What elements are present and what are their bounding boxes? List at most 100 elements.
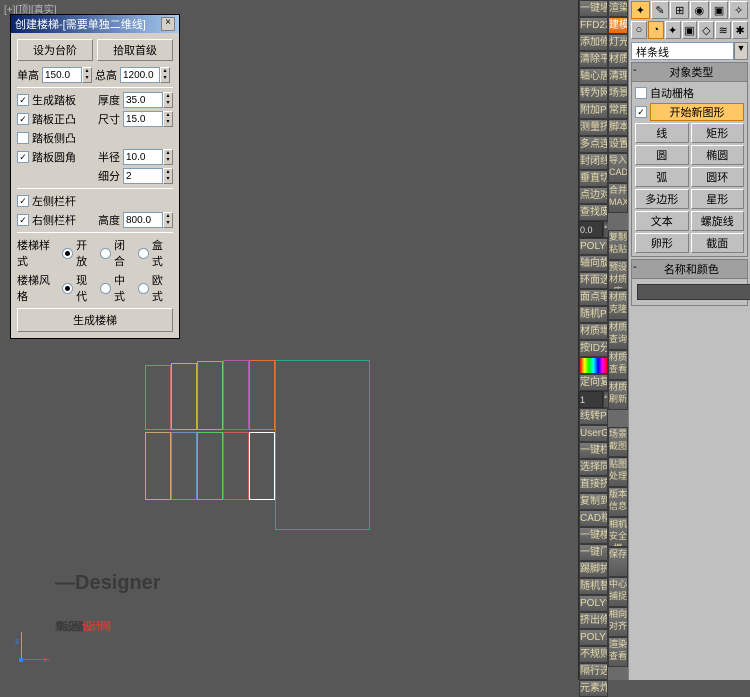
tool-button[interactable]: 线转POLY bbox=[579, 408, 608, 425]
tool-button[interactable]: 相向对齐 bbox=[608, 607, 628, 637]
tool-button[interactable]: 一键楼梯 bbox=[579, 527, 608, 544]
tool-button[interactable]: 转为网格 bbox=[579, 85, 608, 102]
tool-button[interactable]: 材质克隆 bbox=[608, 290, 628, 320]
shape-rect[interactable] bbox=[223, 432, 249, 500]
radius-spinner[interactable]: ▴▾ bbox=[123, 149, 173, 165]
tool-button[interactable]: 元素炸开 bbox=[579, 680, 608, 697]
tool-button[interactable]: 渲染查看 bbox=[608, 637, 628, 667]
shape-button[interactable]: 多边形 bbox=[635, 189, 689, 209]
tool-button[interactable]: 清理 bbox=[608, 68, 628, 85]
tool-button[interactable]: 直接挤出 bbox=[579, 476, 608, 493]
shape-button[interactable]: 螺旋线 bbox=[691, 211, 745, 231]
tool-button[interactable]: 点边对齐 bbox=[579, 187, 608, 204]
tool-button[interactable]: 挤出修复 bbox=[579, 612, 608, 629]
tool-button[interactable]: 测量挤出 bbox=[579, 119, 608, 136]
tool-button[interactable]: 相机安全框 bbox=[608, 517, 628, 547]
tool-button[interactable]: 材质 bbox=[608, 51, 628, 68]
tool-button[interactable]: 查找废点 bbox=[579, 204, 608, 221]
tool-button[interactable]: 预设材质库 bbox=[608, 260, 628, 290]
mode-modern-radio[interactable] bbox=[62, 283, 73, 294]
tool-button[interactable]: 贴图处理 bbox=[608, 457, 628, 487]
lights-icon[interactable]: ✦ bbox=[665, 21, 681, 39]
concave-checkbox[interactable] bbox=[17, 132, 29, 144]
size-spinner[interactable]: ▴▾ bbox=[123, 111, 173, 127]
shapes-icon[interactable]: ◔ bbox=[648, 21, 664, 39]
tool-button[interactable]: 设置 bbox=[608, 136, 628, 153]
tool-button[interactable]: POLY工具 bbox=[579, 629, 608, 646]
tool-button[interactable]: POLY切片 bbox=[579, 595, 608, 612]
shape-rect[interactable] bbox=[145, 432, 171, 500]
axis-gizmo[interactable]: zx bbox=[15, 630, 51, 666]
shape-button[interactable]: 线 bbox=[635, 123, 689, 143]
pick-first-button[interactable]: 拾取首级 bbox=[97, 39, 173, 61]
numeric-field[interactable]: ▴▾P bbox=[579, 221, 608, 238]
geometry-icon[interactable]: ○ bbox=[631, 21, 647, 39]
tool-button[interactable]: 保存 bbox=[608, 547, 628, 577]
startshape-checkbox[interactable]: ✓ bbox=[635, 106, 647, 118]
convex-checkbox[interactable]: ✓ bbox=[17, 113, 29, 125]
tool-button[interactable]: 材质查询 bbox=[608, 320, 628, 350]
tool-button[interactable]: 版本信息 bbox=[608, 487, 628, 517]
shape-button[interactable]: 弧 bbox=[635, 167, 689, 187]
cameras-icon[interactable]: ▣ bbox=[682, 21, 698, 39]
modify-tab-icon[interactable]: ✎ bbox=[651, 1, 670, 19]
right-rail-checkbox[interactable]: ✓ bbox=[17, 214, 29, 226]
close-icon[interactable]: × bbox=[161, 17, 175, 31]
shape-button[interactable]: 矩形 bbox=[691, 123, 745, 143]
tool-button[interactable]: 材质塌陷 bbox=[579, 323, 608, 340]
style-open-radio[interactable] bbox=[62, 248, 73, 259]
tool-button[interactable]: CAD楼梯 bbox=[579, 510, 608, 527]
tool-button[interactable]: 常用 bbox=[608, 102, 628, 119]
shape-rect[interactable] bbox=[171, 432, 197, 500]
tool-button[interactable]: 环面选择 bbox=[579, 272, 608, 289]
viewport[interactable]: [+][顶][真实] ↖ —Designer 集设屋设计网 zx 创建楼梯-[需… bbox=[0, 0, 578, 680]
shape-rect[interactable] bbox=[223, 360, 249, 430]
tool-button[interactable]: 踢脚护墙 bbox=[579, 561, 608, 578]
tool-button[interactable]: 轴向旋转 bbox=[579, 255, 608, 272]
tool-button[interactable]: 一键墙体 bbox=[579, 0, 608, 17]
object-type-rollout[interactable]: -对象类型 bbox=[631, 62, 748, 82]
tool-button[interactable]: 一键栏杆 bbox=[579, 442, 608, 459]
shape-button[interactable]: 文本 bbox=[635, 211, 689, 231]
name-color-rollout[interactable]: -名称和颜色 bbox=[631, 259, 748, 279]
tool-button[interactable]: 定向复制 bbox=[579, 374, 608, 391]
tool-button[interactable]: 灯光 bbox=[608, 34, 628, 51]
shape-button[interactable]: 椭圆 bbox=[691, 145, 745, 165]
thickness-spinner[interactable]: ▴▾ bbox=[123, 92, 173, 108]
tool-button[interactable]: 脚本 bbox=[608, 119, 628, 136]
tool-button[interactable]: 随机替换 bbox=[579, 578, 608, 595]
tool-button[interactable]: 随机POLY bbox=[579, 306, 608, 323]
shape-rect[interactable] bbox=[197, 361, 223, 430]
tool-button[interactable]: 添加修改 bbox=[579, 34, 608, 51]
tool-button[interactable]: 复制到点 bbox=[579, 493, 608, 510]
single-height-spinner[interactable]: ▴▾ bbox=[42, 67, 92, 83]
utilities-tab-icon[interactable]: ✧ bbox=[729, 1, 748, 19]
tool-button[interactable]: 面点笔刷 bbox=[579, 289, 608, 306]
tool-button[interactable]: 场景截图 bbox=[608, 427, 628, 457]
color-bar[interactable] bbox=[579, 357, 608, 374]
shape-button[interactable]: 圆环 bbox=[691, 167, 745, 187]
systems-icon[interactable]: ✱ bbox=[732, 21, 748, 39]
tool-button[interactable]: 垂直切边 bbox=[579, 170, 608, 187]
autogrid-checkbox[interactable] bbox=[635, 87, 647, 99]
rail-height-spinner[interactable]: ▴▾ bbox=[123, 212, 173, 228]
tool-button[interactable]: 附加POLY* bbox=[579, 102, 608, 119]
tool-button[interactable]: FFD2X2* bbox=[579, 17, 608, 34]
set-step-button[interactable]: 设为台阶 bbox=[17, 39, 93, 61]
object-name-input[interactable] bbox=[637, 284, 750, 300]
tool-button[interactable]: 中心捕捉 bbox=[608, 577, 628, 607]
start-new-shape-button[interactable]: 开始新图形 bbox=[650, 103, 744, 121]
numeric-field[interactable]: ▴▾ bbox=[579, 391, 608, 408]
mode-euro-radio[interactable] bbox=[138, 283, 149, 294]
shape-rect[interactable] bbox=[171, 363, 197, 430]
generate-stair-button[interactable]: 生成楼梯 bbox=[17, 308, 173, 332]
seg-spinner[interactable]: ▴▾ bbox=[123, 168, 173, 184]
round-checkbox[interactable]: ✓ bbox=[17, 151, 29, 163]
left-rail-checkbox[interactable]: ✓ bbox=[17, 195, 29, 207]
tool-button[interactable]: 复制粘贴 bbox=[608, 230, 628, 260]
tool-button[interactable]: 合并MAX bbox=[608, 183, 628, 213]
tool-button[interactable]: 清除平滑 bbox=[579, 51, 608, 68]
total-height-spinner[interactable]: ▴▾ bbox=[120, 67, 170, 83]
shape-rect[interactable] bbox=[145, 365, 171, 430]
tool-button[interactable]: 隔行选择 bbox=[579, 663, 608, 680]
